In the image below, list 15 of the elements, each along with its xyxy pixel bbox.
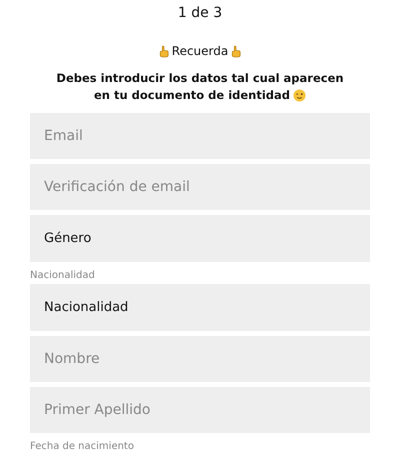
input-field[interactable]: Email (30, 113, 370, 159)
input-field[interactable]: Nombre (30, 336, 370, 382)
notice-title: Recuerda (172, 44, 228, 58)
thumbs-up-icon (231, 44, 242, 58)
winking-face-icon (293, 89, 306, 102)
input-field[interactable]: Verificación de email (30, 164, 370, 210)
step-indicator: 1 de 3 (178, 5, 222, 23)
field-label: Nacionalidad (30, 270, 96, 281)
notice-message: Debes introducir los datos tal cual aparecen (56, 70, 344, 87)
field-label: Fecha de nacimiento (30, 441, 135, 452)
input-field[interactable]: Primer Apellido (30, 387, 370, 433)
select-field[interactable]: Género (30, 215, 370, 262)
thumbs-up-icon (158, 44, 169, 58)
notice-message: en tu documento de identidad (94, 87, 290, 104)
select-field[interactable]: Nacionalidad (30, 284, 370, 331)
